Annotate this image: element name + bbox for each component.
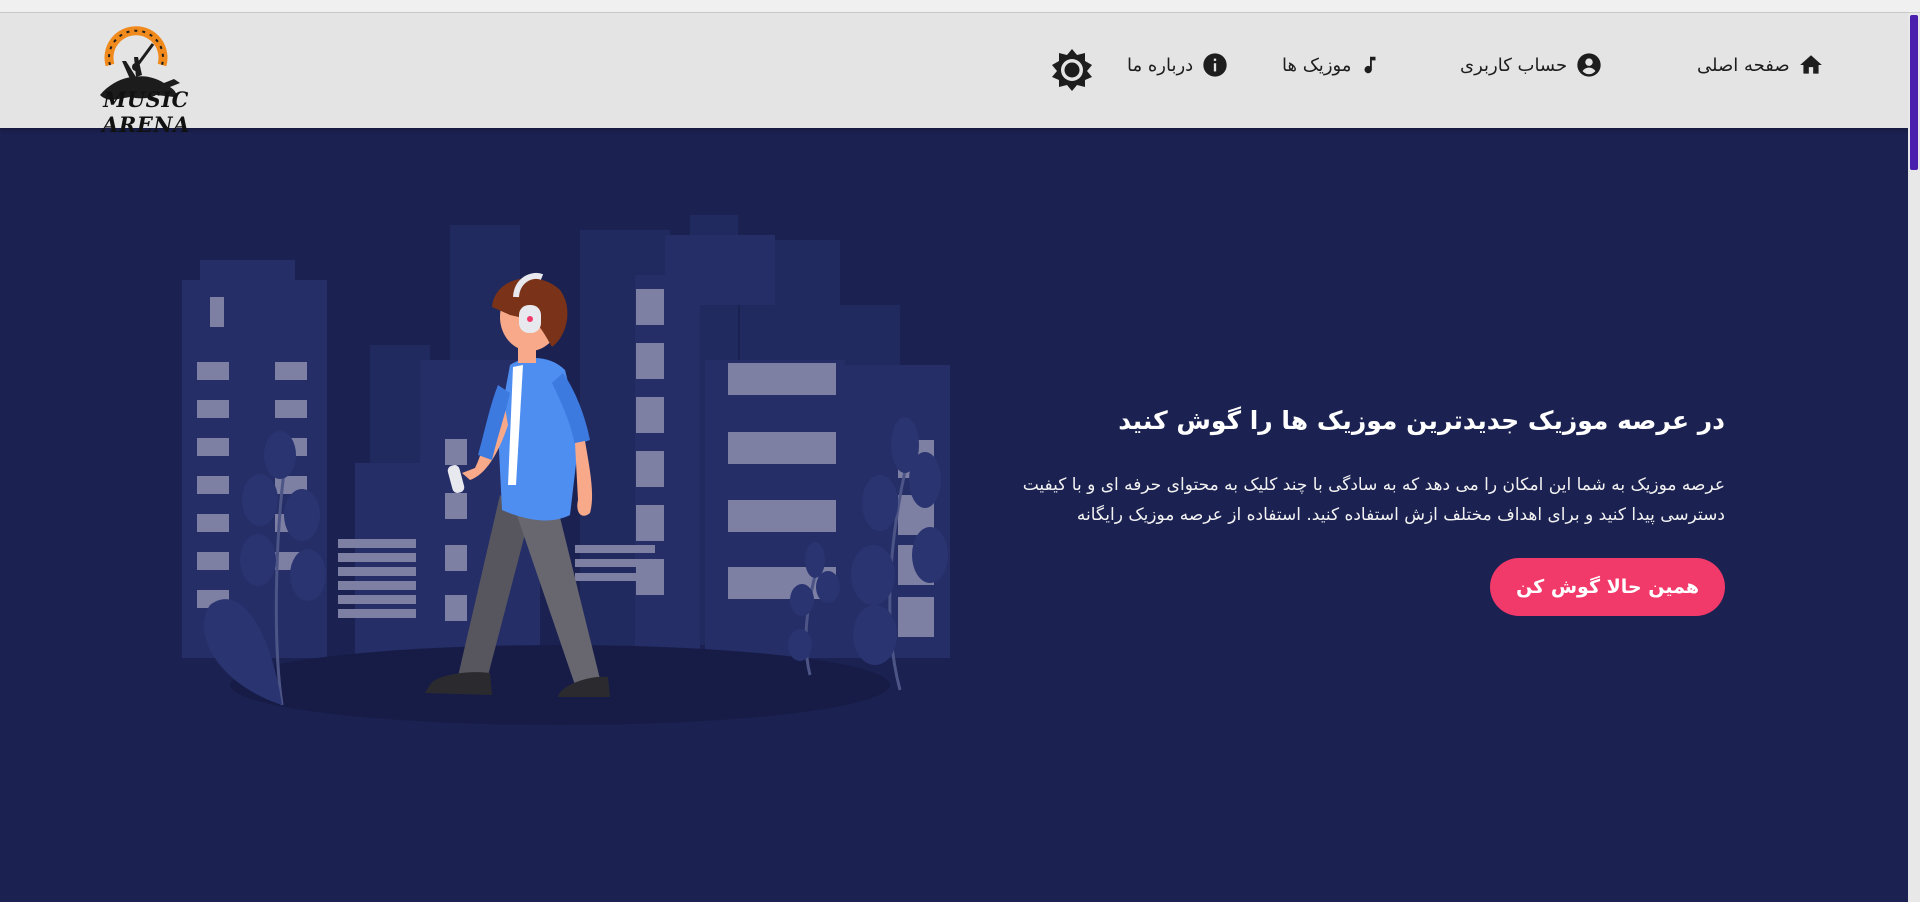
nav-account[interactable]: حساب کاربری — [1460, 49, 1603, 81]
nav-music[interactable]: موزیک ها — [1282, 49, 1381, 81]
logo[interactable]: Music Arena — [60, 17, 228, 137]
hero-section: در عرصه موزیک جدیدترین موزیک ها را گوش ک… — [975, 405, 1725, 616]
theme-toggle-button[interactable] — [1050, 47, 1094, 91]
nav-about[interactable]: درباره ما — [1127, 49, 1229, 81]
hero-description: عرصه موزیک به شما این امکان را می دهد که… — [1022, 474, 1725, 525]
logo-wordmark: Music Arena — [102, 87, 190, 137]
music-note-icon — [1359, 52, 1381, 78]
nav-music-label: موزیک ها — [1282, 54, 1352, 76]
nav-home[interactable]: صفحه اصلی — [1697, 49, 1824, 81]
account-circle-icon — [1575, 51, 1603, 79]
scroll-thumb[interactable] — [1910, 15, 1918, 170]
hero-title: در عرصه موزیک جدیدترین موزیک ها را گوش ک… — [1118, 406, 1725, 435]
info-icon — [1201, 51, 1229, 79]
hero-illustration — [180, 215, 960, 735]
home-icon — [1798, 52, 1824, 78]
nav-home-label: صفحه اصلی — [1697, 54, 1790, 76]
brightness-icon — [1052, 49, 1092, 91]
navbar: Music Arena صفحه اصلی حساب کاربری موزیک … — [0, 13, 1908, 137]
nav-about-label: درباره ما — [1127, 54, 1194, 76]
nav-account-label: حساب کاربری — [1460, 54, 1568, 76]
vertical-scrollbar[interactable] — [1908, 13, 1920, 902]
ground-shadow — [230, 645, 890, 725]
browser-top-edge — [0, 0, 1920, 13]
listen-now-button[interactable]: همین حالا گوش کن — [1490, 557, 1725, 616]
